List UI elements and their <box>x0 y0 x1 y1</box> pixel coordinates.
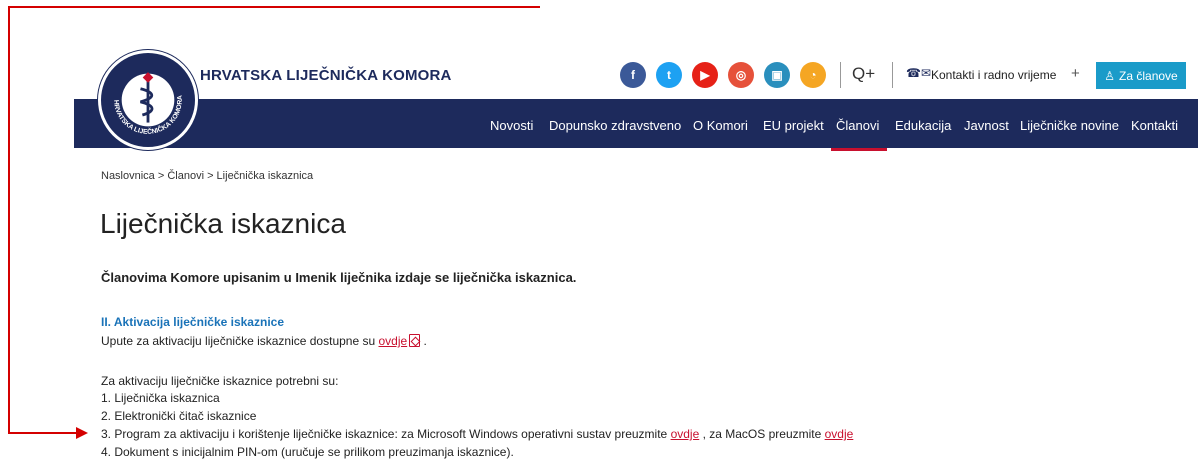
nav-item-dopunsko[interactable]: Dopunsko zdravstveno <box>549 118 681 133</box>
nav-item-eu-projekt[interactable]: EU projekt <box>763 118 824 133</box>
app-icon[interactable]: ▣ <box>764 62 790 88</box>
section-heading: II. Aktivacija liječničke iskaznice <box>101 315 284 329</box>
nav-item-o-komori[interactable]: O Komori <box>693 118 748 133</box>
instagram-glyph: ◎ <box>735 68 747 82</box>
instructions-link[interactable]: ovdje <box>378 334 407 348</box>
youtube-glyph: ▶ <box>700 68 710 82</box>
divider <box>892 62 893 88</box>
contact-link[interactable]: Kontakti i radno vrijeme <box>931 68 1056 82</box>
logo[interactable]: HRVATSKA LIJEČNIČKA KOMORA <box>98 50 198 150</box>
instructions-line: Upute za aktivaciju liječničke iskaznice… <box>101 334 427 348</box>
phone-mail-icon: ☎✉ <box>906 66 932 80</box>
members-button-label: Za članove <box>1119 68 1178 83</box>
breadcrumb[interactable]: Naslovnica > Članovi > Liječnička iskazn… <box>101 170 313 182</box>
lead-text: Članovima Komore upisanim u Imenik liječ… <box>101 270 577 285</box>
app-glyph: ▣ <box>771 68 783 82</box>
nav-item-lijecnicke-novine[interactable]: Liječničke novine <box>1020 118 1119 133</box>
annotation-line-bottom <box>8 432 78 434</box>
contact-expand-icon[interactable]: + <box>1071 65 1080 82</box>
instructions-suffix: . <box>420 334 427 348</box>
requirements-intro: Za aktivaciju liječničke iskaznice potre… <box>101 374 339 388</box>
list-item: 3. Program za aktivaciju i korištenje li… <box>101 427 853 441</box>
instructions-prefix: Upute za aktivaciju liječničke iskaznice… <box>101 334 379 348</box>
list-item: 4. Dokument s inicijalnim PIN-om (uručuj… <box>101 445 514 459</box>
item3-prefix: 3. Program za aktivaciju i korištenje li… <box>101 427 671 441</box>
page-title: Liječnička iskaznica <box>100 208 346 239</box>
nav-item-edukacija[interactable]: Edukacija <box>895 118 951 133</box>
nav-item-kontakti[interactable]: Kontakti <box>1131 118 1178 133</box>
facebook-glyph: f <box>631 68 635 82</box>
annotation-line-top <box>8 6 540 8</box>
members-button[interactable]: ♙ Za članove <box>1096 62 1186 89</box>
nav-item-novosti[interactable]: Novosti <box>490 118 533 133</box>
item3-middle: , za MacOS preuzmite <box>699 427 825 441</box>
nav-active-indicator <box>831 148 887 151</box>
list-item: 1. Liječnička iskaznica <box>101 391 220 405</box>
macos-download-link[interactable]: ovdje <box>825 427 854 441</box>
divider <box>840 62 841 88</box>
rss-icon[interactable]: ◔ <box>800 62 826 88</box>
twitter-glyph: t <box>667 68 671 82</box>
windows-download-link[interactable]: ovdje <box>671 427 700 441</box>
annotation-arrowhead <box>76 427 88 439</box>
nav-item-clanovi[interactable]: Članovi <box>836 118 879 133</box>
rss-glyph: ◔ <box>809 68 817 82</box>
list-item: 2. Elektronički čitač iskaznice <box>101 409 257 423</box>
user-icon: ♙ <box>1104 68 1116 83</box>
twitter-icon[interactable]: t <box>656 62 682 88</box>
annotation-line-vertical <box>8 6 10 434</box>
brand-title[interactable]: HRVATSKA LIJEČNIČKA KOMORA <box>200 67 452 84</box>
instagram-icon[interactable]: ◎ <box>728 62 754 88</box>
zoom-search-icon[interactable]: Q+ <box>852 64 875 84</box>
pdf-icon <box>409 334 421 347</box>
facebook-icon[interactable]: f <box>620 62 646 88</box>
nav-item-javnost[interactable]: Javnost <box>964 118 1009 133</box>
youtube-icon[interactable]: ▶ <box>692 62 718 88</box>
